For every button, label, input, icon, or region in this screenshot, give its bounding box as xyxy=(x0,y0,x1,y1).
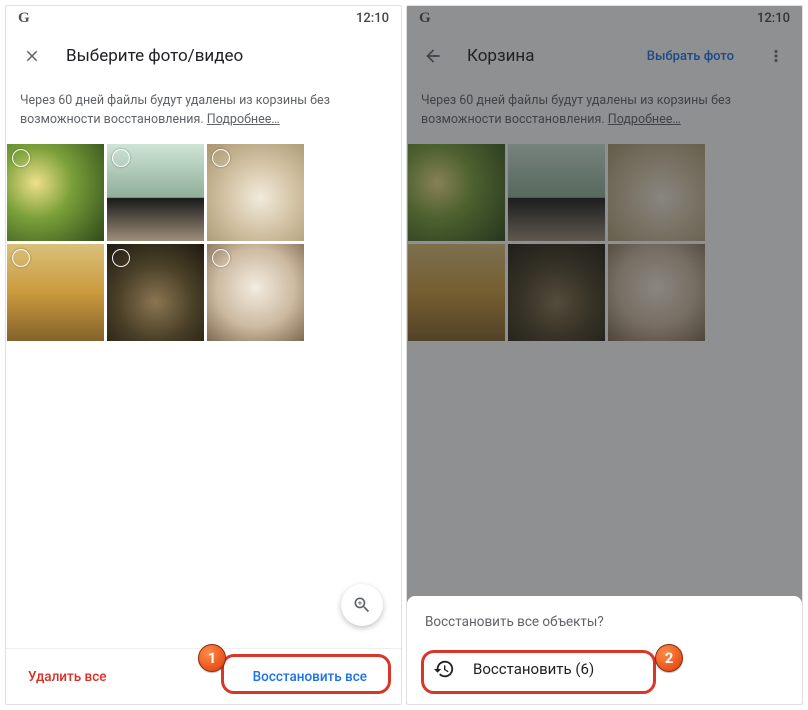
photo-thumb[interactable] xyxy=(207,244,304,341)
screen-trash-sheet: G 12:10 Корзина Выбрать фото Через 60 дн… xyxy=(406,5,803,705)
restore-bottom-sheet: Восстановить все объекты? Восстановить (… xyxy=(407,596,802,704)
photo-thumb[interactable] xyxy=(7,144,104,241)
status-clock: 12:10 xyxy=(356,11,389,26)
photo-grid xyxy=(6,144,401,341)
photo-thumb[interactable] xyxy=(107,244,204,341)
select-circle-icon[interactable] xyxy=(212,149,230,167)
page-title: Выберите фото/видео xyxy=(66,46,387,66)
notice-text: Через 60 дней файлы будут удалены из кор… xyxy=(20,93,330,127)
select-circle-icon[interactable] xyxy=(212,249,230,267)
close-icon[interactable] xyxy=(20,44,44,68)
zoom-in-icon xyxy=(352,595,372,615)
select-circle-icon[interactable] xyxy=(12,149,30,167)
carrier-logo: G xyxy=(18,10,30,27)
zoom-fab[interactable] xyxy=(341,584,383,626)
sheet-question: Восстановить все объекты? xyxy=(425,614,784,630)
bottom-action-bar: Удалить все Восстановить все xyxy=(6,648,401,704)
restore-all-button[interactable]: Восстановить все xyxy=(241,661,379,693)
delete-all-button[interactable]: Удалить все xyxy=(28,669,106,685)
app-bar: Выберите фото/видео xyxy=(6,30,401,82)
restore-action-button[interactable]: Восстановить (6) xyxy=(425,648,784,690)
select-circle-icon[interactable] xyxy=(12,249,30,267)
restore-icon xyxy=(433,658,455,680)
photo-thumb[interactable] xyxy=(107,144,204,241)
select-circle-icon[interactable] xyxy=(112,149,130,167)
status-bar: G 12:10 xyxy=(6,6,401,30)
photo-thumb[interactable] xyxy=(207,144,304,241)
screen-select-mode: G 12:10 Выберите фото/видео Через 60 дне… xyxy=(5,5,402,705)
trash-notice: Через 60 дней файлы будут удалены из кор… xyxy=(6,82,401,144)
restore-action-label: Восстановить (6) xyxy=(473,660,594,678)
select-circle-icon[interactable] xyxy=(112,249,130,267)
learn-more-link[interactable]: Подробнее… xyxy=(207,112,280,127)
photo-thumb[interactable] xyxy=(7,244,104,341)
